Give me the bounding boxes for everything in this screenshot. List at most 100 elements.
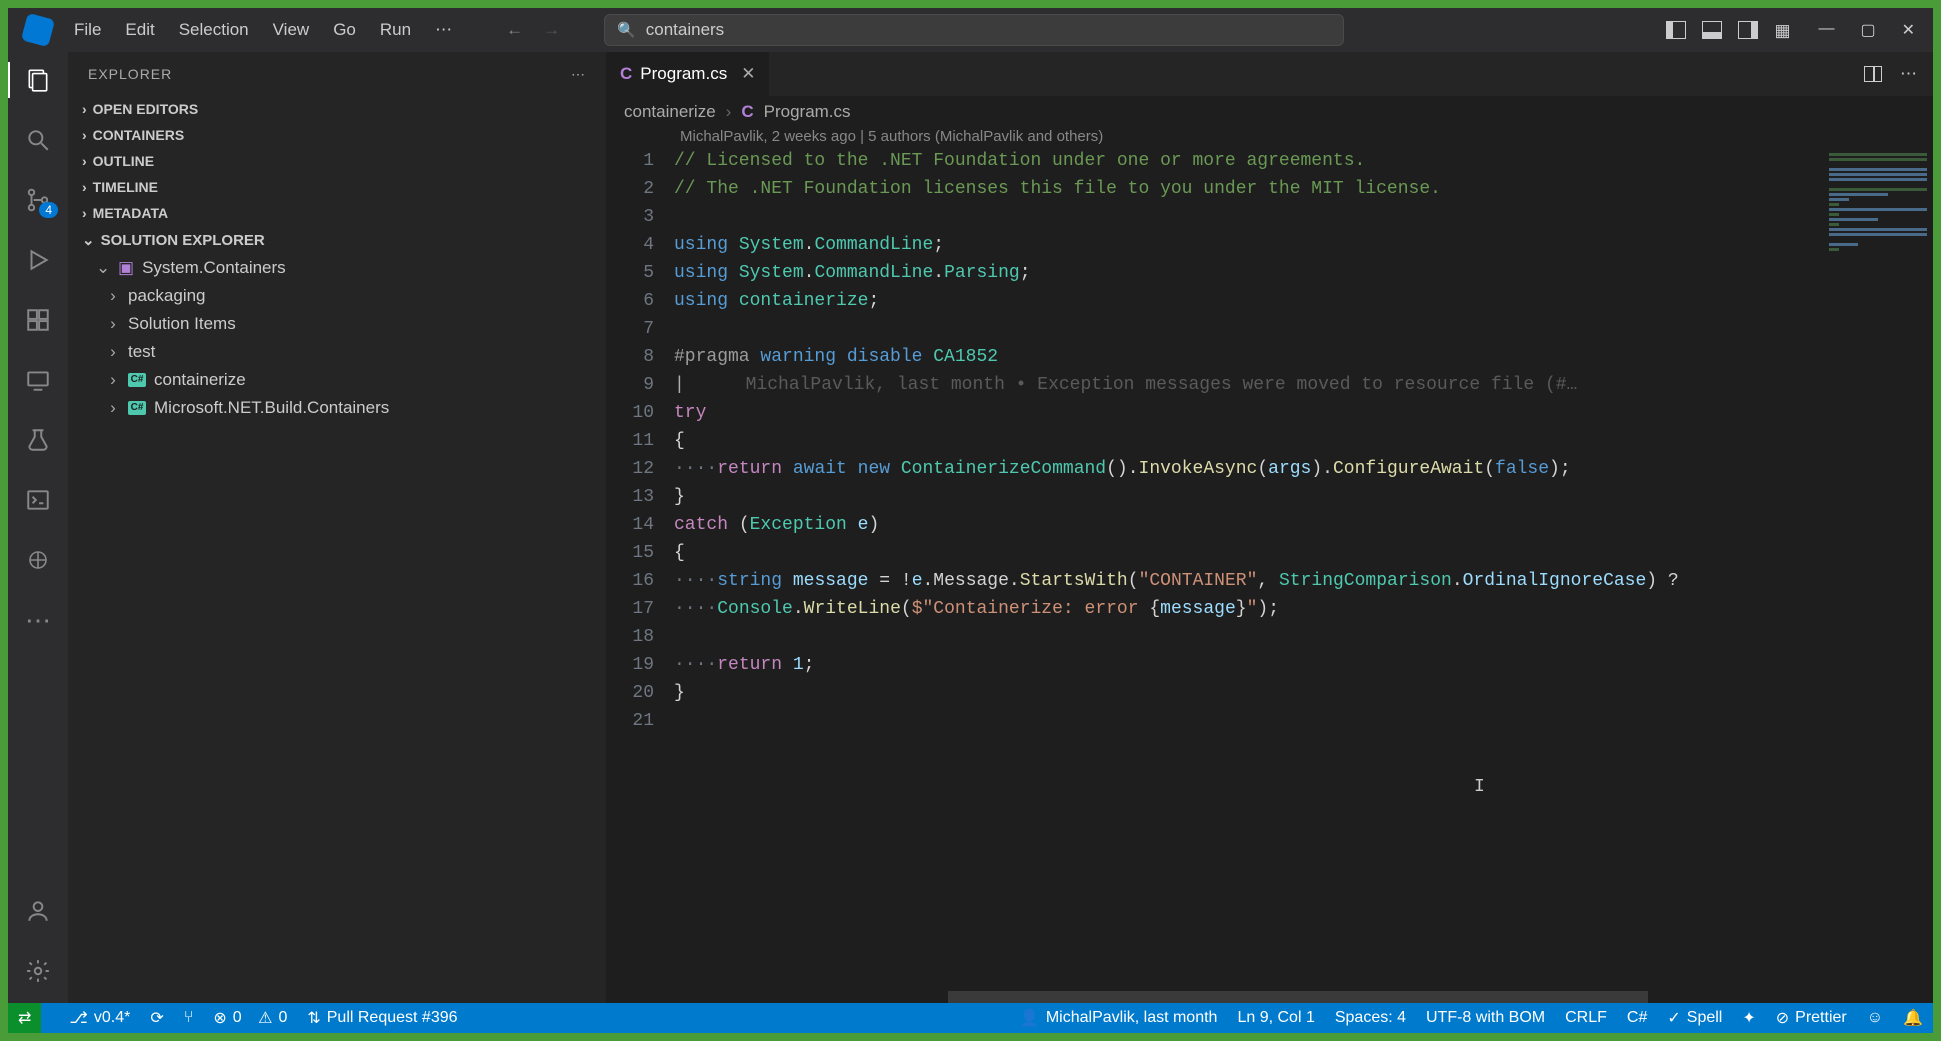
section-timeline[interactable]: ›TIMELINE	[68, 174, 606, 200]
code-editor[interactable]: 123456789101112131415161718192021 // Lic…	[606, 147, 1933, 1003]
terminal-icon[interactable]	[22, 484, 54, 516]
remote-icon: ⇄	[18, 1008, 31, 1028]
window-minimize-icon[interactable]: —	[1818, 20, 1834, 40]
tree-item-build-containers[interactable]: ›C#Microsoft.NET.Build.Containers	[106, 394, 606, 422]
tab-program-cs[interactable]: C Program.cs ✕	[606, 52, 770, 96]
menu-run[interactable]: Run	[370, 16, 421, 44]
misc-status-icon[interactable]: ✦	[1742, 1008, 1755, 1028]
testing-icon[interactable]	[22, 424, 54, 456]
tree-item-packaging[interactable]: ›packaging	[106, 282, 606, 310]
sidebar-title-label: EXPLORER	[88, 66, 172, 82]
branch-icon: ⎇	[69, 1008, 87, 1028]
language-mode[interactable]: C#	[1627, 1009, 1647, 1027]
check-icon: ✓	[1667, 1008, 1680, 1028]
vscode-logo-icon	[21, 13, 55, 47]
menu-go[interactable]: Go	[323, 16, 366, 44]
section-outline[interactable]: ›OUTLINE	[68, 148, 606, 174]
section-containers[interactable]: ›CONTAINERS	[68, 122, 606, 148]
code-content[interactable]: // Licensed to the .NET Foundation under…	[674, 147, 1933, 1003]
editor-more-icon[interactable]: ⋯	[1900, 64, 1917, 84]
graph-icon[interactable]: ⑂	[184, 1009, 194, 1027]
remote-explorer-icon[interactable]	[22, 364, 54, 396]
toggle-sidebar-icon[interactable]	[1666, 21, 1686, 39]
pr-icon: ⇅	[307, 1008, 320, 1028]
toggle-secondary-sidebar-icon[interactable]	[1738, 21, 1758, 39]
spell-check[interactable]: ✓Spell	[1667, 1008, 1722, 1028]
split-editor-icon[interactable]	[1864, 66, 1882, 82]
tab-filename: Program.cs	[640, 64, 727, 84]
menu-file[interactable]: File	[64, 16, 111, 44]
section-solution-explorer[interactable]: ⌄SOLUTION EXPLORER	[68, 226, 606, 254]
accounts-icon[interactable]	[22, 895, 54, 927]
menu-overflow-icon[interactable]: ⋯	[425, 16, 462, 44]
window-close-icon[interactable]: ✕	[1902, 20, 1915, 40]
indentation[interactable]: Spaces: 4	[1335, 1009, 1406, 1027]
csproj-icon: C#	[128, 401, 146, 415]
prettier-status[interactable]: ⊘Prettier	[1776, 1008, 1847, 1028]
breadcrumb[interactable]: containerize › C Program.cs	[606, 96, 1933, 128]
chevron-down-icon: ⌄	[82, 231, 95, 249]
menu-selection[interactable]: Selection	[169, 16, 259, 44]
explorer-icon[interactable]	[22, 64, 54, 96]
menu-view[interactable]: View	[263, 16, 320, 44]
sidebar-more-icon[interactable]: ⋯	[571, 66, 586, 83]
run-debug-icon[interactable]	[22, 244, 54, 276]
chevron-right-icon: ›	[106, 342, 120, 362]
activity-bar: 4 ⋯	[8, 52, 68, 1003]
chevron-right-icon: ›	[82, 179, 87, 195]
solution-root[interactable]: ⌄ ▣ System.Containers	[88, 254, 606, 282]
eol[interactable]: CRLF	[1565, 1009, 1607, 1027]
horizontal-scrollbar[interactable]	[948, 991, 1648, 1003]
search-icon: 🔍	[617, 21, 636, 39]
tab-close-icon[interactable]: ✕	[741, 64, 755, 84]
layout-controls: ▦	[1666, 21, 1794, 39]
problems[interactable]: ⊗0 ⚠0	[213, 1008, 287, 1028]
source-control-icon[interactable]: 4	[22, 184, 54, 216]
breadcrumb-separator-icon: ›	[726, 102, 732, 122]
error-icon: ⊗	[213, 1008, 226, 1028]
cursor-position[interactable]: Ln 9, Col 1	[1237, 1009, 1314, 1027]
tree-item-test[interactable]: ›test	[106, 338, 606, 366]
extensions-icon[interactable]	[22, 304, 54, 336]
chevron-right-icon: ›	[106, 370, 120, 390]
sync-icon[interactable]: ⟳	[150, 1008, 163, 1028]
section-open-editors[interactable]: ›OPEN EDITORS	[68, 96, 606, 122]
window-maximize-icon[interactable]: ▢	[1860, 20, 1875, 40]
nav-forward-icon[interactable]: →	[543, 20, 560, 40]
chevron-right-icon: ›	[106, 314, 120, 334]
person-icon: 👤	[1020, 1008, 1040, 1028]
git-branch[interactable]: ⎇v0.4*	[69, 1008, 130, 1028]
remote-indicator[interactable]: ⇄	[8, 1003, 41, 1033]
solution-root-label: System.Containers	[142, 258, 286, 278]
status-bar: ⇄ ⎇v0.4* ⟳ ⑂ ⊗0 ⚠0 ⇅Pull Request #396 👤M…	[8, 1003, 1933, 1033]
notifications-icon[interactable]: 🔔	[1903, 1008, 1923, 1028]
chevron-right-icon: ›	[82, 153, 87, 169]
section-metadata[interactable]: ›METADATA	[68, 200, 606, 226]
tree-item-solution-items[interactable]: ›Solution Items	[106, 310, 606, 338]
overflow-icon[interactable]: ⋯	[22, 604, 54, 636]
pull-request[interactable]: ⇅Pull Request #396	[307, 1008, 457, 1028]
titlebar: File Edit Selection View Go Run ⋯ ← → 🔍 …	[8, 8, 1933, 52]
search-value: containers	[646, 20, 724, 40]
settings-gear-icon[interactable]	[22, 955, 54, 987]
blame-status[interactable]: 👤MichalPavlik, last month	[1020, 1008, 1218, 1028]
nav-back-icon[interactable]: ←	[506, 20, 523, 40]
text-cursor-icon: I	[1474, 777, 1476, 797]
minimap[interactable]	[1823, 147, 1933, 1003]
feedback-icon[interactable]: ☺	[1867, 1009, 1883, 1027]
command-center-search[interactable]: 🔍 containers	[604, 14, 1344, 46]
customize-layout-icon[interactable]: ▦	[1774, 21, 1794, 39]
search-activity-icon[interactable]	[22, 124, 54, 156]
warning-icon: ⚠	[258, 1008, 272, 1028]
misc-icon[interactable]	[22, 544, 54, 576]
editor-tabs: C Program.cs ✕ ⋯	[606, 52, 1933, 96]
chevron-right-icon: ›	[106, 398, 120, 418]
csharp-file-icon: C	[620, 64, 632, 84]
toggle-panel-icon[interactable]	[1702, 21, 1722, 39]
tree-item-containerize[interactable]: ›C#containerize	[106, 366, 606, 394]
menu-edit[interactable]: Edit	[115, 16, 164, 44]
breadcrumb-file: Program.cs	[764, 102, 851, 122]
codelens-authors[interactable]: MichalPavlik, 2 weeks ago | 5 authors (M…	[606, 128, 1933, 147]
encoding[interactable]: UTF-8 with BOM	[1426, 1009, 1545, 1027]
chevron-right-icon: ›	[106, 286, 120, 306]
